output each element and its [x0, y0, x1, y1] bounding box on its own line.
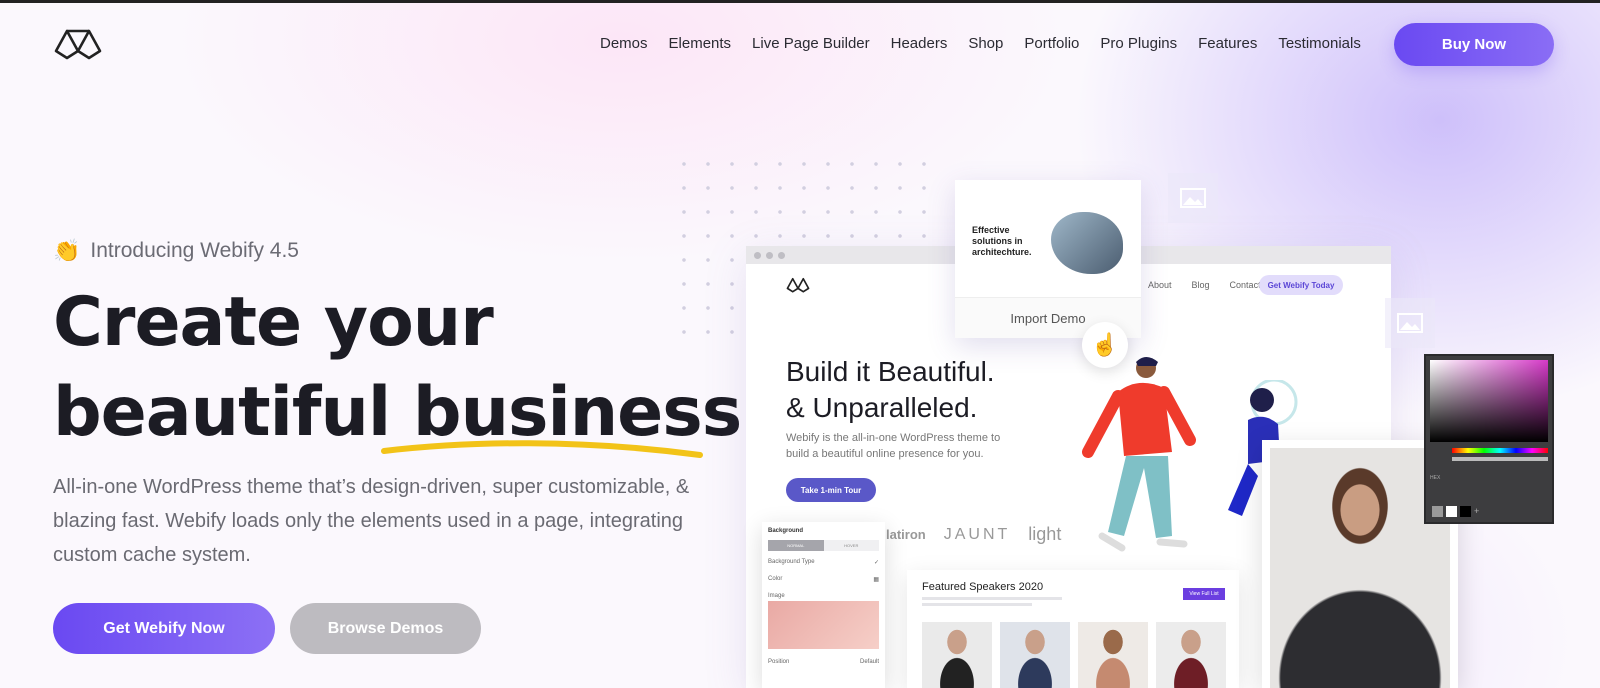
highlight-underline — [381, 440, 703, 458]
hero-title-line2a: beautiful — [53, 373, 413, 452]
image-placeholder-icon — [1168, 173, 1218, 223]
walking-person-illustration — [1082, 357, 1196, 552]
top-border — [0, 0, 1600, 3]
mockup-nav-blog: Blog — [1191, 280, 1210, 290]
mockup-title-line2: & Unparalleled. — [786, 392, 978, 423]
mockup-logo — [786, 277, 810, 293]
speaker-photo — [1156, 622, 1226, 688]
panel-title: Background — [768, 528, 804, 534]
clapping-hands-icon: 👏 — [53, 238, 81, 263]
import-demo-card[interactable]: Effective solutions in architechture. Im… — [955, 180, 1141, 338]
nav-item-portfolio[interactable]: Portfolio — [1024, 34, 1079, 54]
nav-item-testimonials[interactable]: Testimonials — [1278, 34, 1361, 54]
background-type-label: Background Type — [768, 559, 815, 565]
hero-title-line1: Create your — [53, 283, 494, 362]
get-webify-button[interactable]: Get Webify Now — [53, 603, 275, 654]
hero-title: Create your beautiful business. — [53, 278, 767, 458]
nav-item-demos[interactable]: Demos — [600, 34, 648, 54]
background-type-row: Background Type ✓ — [768, 559, 879, 566]
speaker-photo — [1078, 622, 1148, 688]
pointer-hand-icon: ☝ — [1082, 322, 1128, 368]
brand-logos: latiron JAUNT light — [886, 524, 1061, 545]
nav-item-shop[interactable]: Shop — [968, 34, 1003, 54]
buy-now-button[interactable]: Buy Now — [1394, 23, 1554, 66]
tab-normal[interactable]: NORMAL — [768, 540, 824, 551]
import-preview-heading: Effective solutions in architechture. — [972, 225, 1032, 257]
check-icon[interactable]: ✓ — [874, 559, 879, 566]
page: Demos Elements Live Page Builder Headers… — [0, 0, 1600, 688]
image-label: Image — [768, 593, 785, 599]
panel-tabs: NORMAL HOVER — [768, 540, 879, 551]
background-settings-panel: Background NORMAL HOVER Background Type ✓… — [762, 522, 885, 688]
view-full-list-button[interactable]: View Full List — [1183, 588, 1225, 600]
alpha-slider[interactable] — [1452, 457, 1548, 461]
image-placeholder-icon — [1385, 298, 1435, 348]
intro-line: 👏 Introducing Webify 4.5 — [53, 238, 299, 264]
tab-hover[interactable]: HOVER — [823, 540, 879, 551]
transparent-swatch-icon[interactable]: ▦ — [873, 576, 879, 583]
hero-description: All-in-one WordPress theme that’s design… — [53, 476, 690, 566]
nav-item-live-page-builder[interactable]: Live Page Builder — [752, 34, 870, 54]
position-label: Position — [768, 659, 790, 665]
brand-latiron: latiron — [886, 527, 926, 542]
nav-item-pro-plugins[interactable]: Pro Plugins — [1100, 34, 1177, 54]
mockup-cta: Get Webify Today — [1259, 275, 1343, 295]
hue-slider[interactable] — [1452, 448, 1548, 453]
hex-label: HEX — [1430, 475, 1441, 481]
swatch-black[interactable] — [1460, 506, 1471, 517]
import-preview: Effective solutions in architechture. — [955, 180, 1141, 298]
background-image-preview[interactable] — [768, 601, 879, 649]
color-label: Color — [768, 576, 783, 582]
building-image — [1051, 212, 1123, 274]
color-field[interactable] — [1430, 360, 1548, 442]
mockup-description: Webify is the all-in-one WordPress theme… — [786, 432, 1001, 460]
mockup-tour-button: Take 1-min Tour — [786, 478, 876, 502]
speaker-photo — [1000, 622, 1070, 688]
swatch-white[interactable] — [1446, 506, 1457, 517]
nav-item-features[interactable]: Features — [1198, 34, 1257, 54]
mockup-title-line1: Build it Beautiful. — [786, 356, 995, 387]
speaker-photo — [922, 622, 992, 688]
mockup-nav-contact: Contact — [1229, 280, 1261, 290]
featured-speakers-card: Featured Speakers 2020 View Full List — [907, 570, 1239, 688]
swatch-gray[interactable] — [1432, 506, 1443, 517]
nav-item-headers[interactable]: Headers — [891, 34, 948, 54]
color-values: HEX — [1430, 475, 1548, 481]
position-select[interactable]: Default — [860, 659, 879, 665]
color-row: Color ▦ — [768, 576, 879, 583]
add-swatch-icon[interactable]: + — [1474, 506, 1485, 517]
browse-demos-button[interactable]: Browse Demos — [290, 603, 481, 654]
position-row: Position Default — [768, 659, 879, 665]
brand-jaunt: JAUNT — [943, 525, 1011, 543]
model-photo — [1270, 448, 1450, 688]
nav-item-elements[interactable]: Elements — [669, 34, 732, 54]
brand-light: light — [1028, 524, 1062, 544]
speaker-photos — [922, 622, 1226, 688]
main-nav: Demos Elements Live Page Builder Headers… — [600, 34, 1382, 54]
speakers-title: Featured Speakers 2020 — [922, 581, 1044, 593]
mockup-title: Build it Beautiful. & Unparalleled. — [786, 354, 995, 426]
intro-text: Introducing Webify 4.5 — [90, 239, 299, 262]
speakers-subtitle — [922, 597, 1072, 606]
webify-logo[interactable] — [53, 27, 103, 61]
color-picker-panel: HEX + — [1424, 354, 1554, 524]
color-swatches: + — [1432, 506, 1485, 517]
mockup-nav: About Blog Contact — [1148, 280, 1261, 290]
mockup-nav-about: About — [1148, 280, 1172, 290]
